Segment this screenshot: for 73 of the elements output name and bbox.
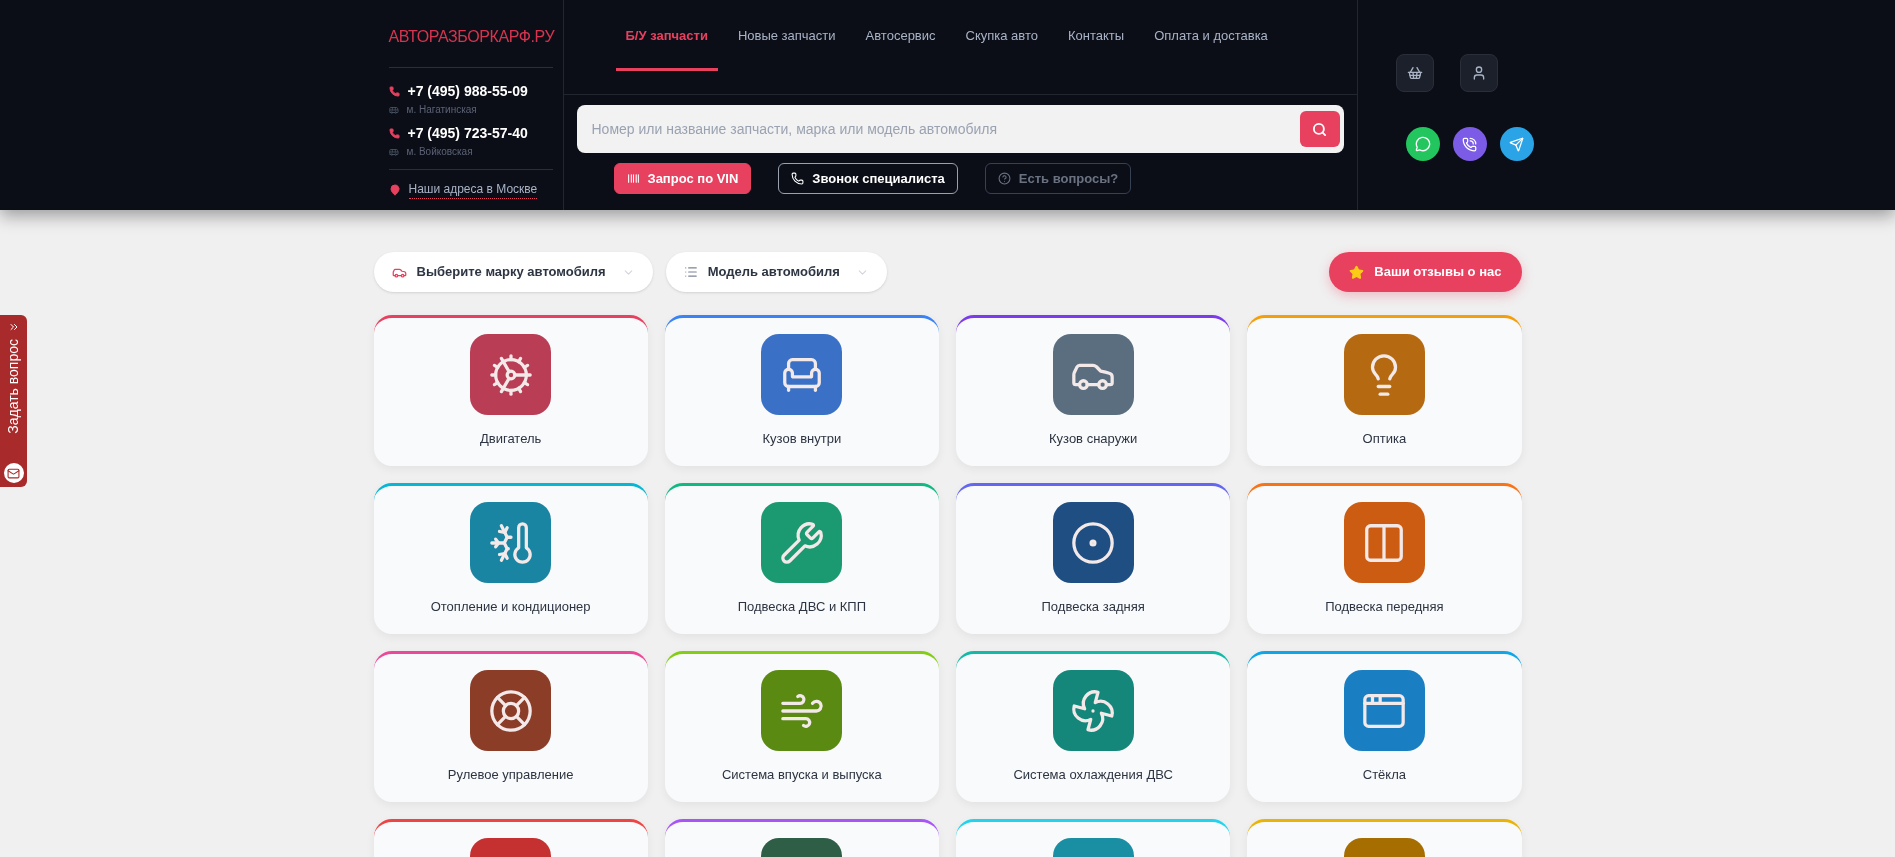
viber-button[interactable]: [1452, 127, 1487, 161]
category-label: Подвеска задняя: [1041, 598, 1145, 616]
metro-station: м. Войковская: [406, 145, 473, 159]
bus-icon: [388, 146, 399, 157]
nav-tab[interactable]: Автосервис: [855, 1, 946, 71]
nav-tab[interactable]: Б/У запчасти: [615, 1, 718, 71]
telegram-button[interactable]: [1499, 127, 1534, 161]
wheel-icon: [1070, 519, 1117, 566]
category-card[interactable]: Кузов снаружи: [956, 315, 1231, 466]
nav-tab[interactable]: Скупка авто: [955, 1, 1048, 71]
category-card[interactable]: Подвеска ДВС и КПП: [664, 483, 939, 634]
metro-station: м. Нагатинская: [406, 103, 477, 117]
search-icon: [1312, 121, 1327, 137]
address-link[interactable]: Наши адреса в Москве: [408, 180, 538, 199]
action-button[interactable]: Запрос по VIN: [613, 163, 752, 194]
ask-question-tab[interactable]: Задать вопрос: [0, 315, 27, 487]
phone-number[interactable]: +7 (495) 988-55-09: [407, 81, 528, 102]
category-card[interactable]: Отопление и кондиционер: [373, 483, 648, 634]
star-icon: [1349, 264, 1365, 280]
category-card[interactable]: Система впуска и выпуска: [664, 651, 939, 802]
phone-icon: [388, 128, 400, 139]
category-card[interactable]: Двигатель: [373, 315, 648, 466]
category-card[interactable]: Рулевое управление: [373, 651, 648, 802]
nav-tab[interactable]: Новые запчасти: [727, 1, 846, 71]
category-label: Подвеска ДВС и КПП: [737, 598, 867, 616]
category-label: Подвеска передняя: [1325, 598, 1444, 616]
phone-icon: [1462, 136, 1477, 152]
phone-icon: [791, 172, 805, 185]
basket-icon: [1406, 65, 1423, 81]
site-logo[interactable]: АВТОРАЗБОРКАРФ.РУ: [388, 22, 555, 52]
search-field[interactable]: Номер или название запчасти, марка или модель автомобиля: [576, 105, 1344, 153]
question-icon: [997, 172, 1011, 185]
chevrons-icon: [7, 321, 20, 333]
gear-icon: [487, 351, 534, 398]
nav-tab[interactable]: Оплата и доставка: [1144, 1, 1278, 71]
category-label: Оптика: [1362, 430, 1407, 448]
dropdown-select[interactable]: Модель автомобиля: [665, 252, 887, 292]
phone-number[interactable]: +7 (495) 723-57-40: [407, 123, 528, 144]
paper-plane-icon: [1509, 136, 1524, 152]
map-pin-icon: [388, 183, 401, 196]
search-button[interactable]: [1299, 111, 1340, 147]
category-label: Система охлаждения ДВС: [1013, 766, 1173, 784]
ask-question-label: Задать вопрос: [4, 339, 22, 434]
category-label: Стёкла: [1362, 766, 1406, 784]
chat-bubble-icon: [1414, 136, 1431, 152]
reviews-button[interactable]: Ваши отзывы о нас: [1329, 252, 1522, 292]
bus-icon: [388, 104, 399, 115]
cart-button[interactable]: [1395, 54, 1434, 92]
thermometer-snowflake-icon: [487, 519, 534, 566]
category-card[interactable]: Подвеска передняя: [1247, 483, 1522, 634]
mail-icon: [1, 461, 26, 485]
list-icon: [683, 265, 698, 279]
category-card[interactable]: Оптика: [1247, 315, 1522, 466]
whatsapp-button[interactable]: [1405, 127, 1440, 161]
wrench-icon: [778, 519, 825, 566]
category-label: Двигатель: [479, 430, 542, 448]
category-card[interactable]: Кузов внутри: [664, 315, 939, 466]
phone-icon: [388, 86, 400, 97]
dropdown-select[interactable]: Выберите марку автомобиля: [373, 252, 653, 292]
category-label: Кузов внутри: [762, 430, 842, 448]
category-label: Кузов снаружи: [1049, 430, 1138, 448]
fan-icon: [1070, 687, 1117, 734]
account-button[interactable]: [1459, 54, 1498, 92]
nav-tab[interactable]: Контакты: [1058, 1, 1135, 71]
action-button[interactable]: Есть вопросы?: [984, 163, 1132, 194]
action-button[interactable]: Звонок специалиста: [778, 163, 958, 194]
category-label: Рулевое управление: [447, 766, 574, 784]
category-label: Система впуска и выпуска: [721, 766, 882, 784]
category-label: Отопление и кондиционер: [430, 598, 591, 616]
category-card[interactable]: Стёкла: [1247, 651, 1522, 802]
category-card[interactable]: Система охлаждения ДВС: [956, 651, 1231, 802]
barcode-icon: [626, 172, 640, 185]
category-card[interactable]: Подвеска задняя: [956, 483, 1231, 634]
